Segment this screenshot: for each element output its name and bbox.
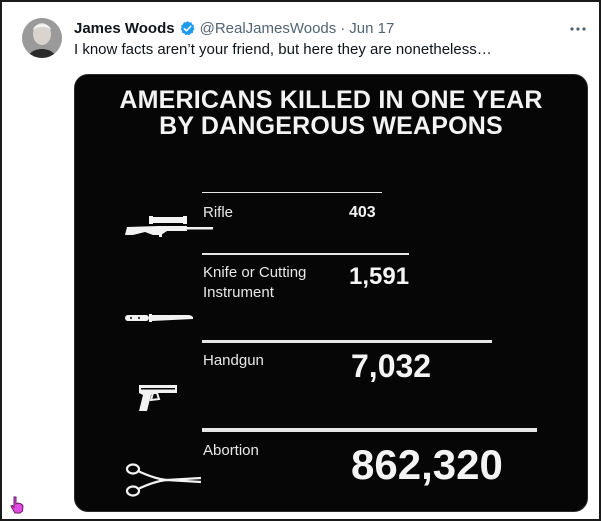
row-label-knife-line1: Knife or Cutting (203, 264, 307, 281)
tweet-text: I know facts aren’t your friend, but her… (74, 41, 492, 58)
infographic-title-line1: AMERICANS KILLED IN ONE YEAR (119, 86, 543, 114)
divider (202, 192, 382, 193)
row-value-abortion: 862,320 (351, 441, 503, 488)
row-label-knife-line2: Instrument (203, 284, 274, 301)
separator-dot: · (340, 19, 346, 37)
row-label-handgun: Handgun (203, 352, 264, 369)
divider (202, 428, 537, 432)
row-label-abortion: Abortion (203, 442, 259, 459)
divider (202, 253, 409, 255)
more-options-icon[interactable] (568, 19, 588, 39)
tweet-image[interactable]: AMERICANS KILLED IN ONE YEAR BY DANGEROU… (74, 74, 588, 512)
handgun-icon (139, 385, 177, 411)
rifle-icon (125, 216, 213, 237)
knife-icon (125, 314, 194, 322)
row-value-handgun: 7,032 (351, 348, 432, 384)
divider (202, 340, 492, 343)
author-name[interactable]: James Woods (74, 20, 175, 37)
tweet-header: James Woods @RealJamesWoods · Jun 17 (74, 18, 394, 38)
author-handle[interactable]: @RealJamesWoods (200, 20, 337, 37)
surgical-forceps-icon (125, 463, 202, 497)
verified-badge-icon (180, 20, 195, 35)
avatar[interactable] (22, 18, 62, 58)
row-value-rifle: 403 (349, 204, 376, 221)
tweet-card: James Woods @RealJamesWoods · Jun 17 I k… (0, 0, 601, 521)
tweet-date[interactable]: Jun 17 (349, 20, 394, 37)
row-value-knife: 1,591 (349, 263, 410, 290)
hand-pointer-cursor-icon (10, 496, 24, 514)
infographic-title-line2: BY DANGEROUS WEAPONS (159, 112, 503, 140)
